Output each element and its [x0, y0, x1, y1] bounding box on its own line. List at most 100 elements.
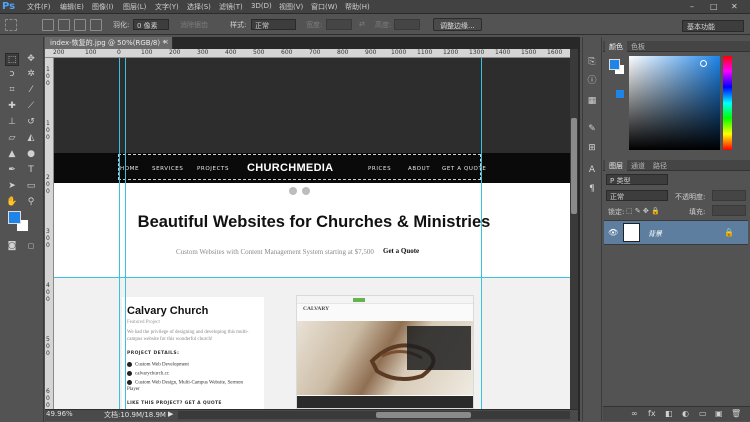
clone-stamp-tool-icon[interactable]: ⊥ — [5, 116, 19, 129]
vertical-scroll-thumb[interactable] — [571, 118, 577, 214]
paint-bucket-tool-icon[interactable]: ◭ — [24, 132, 38, 145]
info-panel-icon[interactable]: ⓘ — [586, 75, 598, 87]
menu-select[interactable]: 选择(S) — [187, 2, 211, 12]
screen-mode-icon[interactable]: ▢ — [24, 240, 38, 253]
eraser-tool-icon[interactable]: ▱ — [5, 132, 19, 145]
intersect-selection-icon[interactable] — [90, 19, 102, 31]
hand-tool-icon[interactable]: ✋ — [5, 196, 19, 209]
paragraph-panel-icon[interactable]: ¶ — [586, 183, 598, 195]
marquee-tool-preset-icon[interactable] — [5, 19, 17, 31]
style-select[interactable]: 正常 — [251, 19, 296, 30]
eyedropper-tool-icon[interactable]: ⁄ — [24, 84, 38, 97]
history-panel-icon[interactable]: ⎘ — [586, 56, 598, 68]
subtract-selection-icon[interactable] — [74, 19, 86, 31]
image-canvas[interactable]: HOME SERVICES PROJECTS CHURCHMEDIA PRICE… — [54, 58, 570, 409]
horizontal-scroll-thumb[interactable] — [376, 412, 471, 418]
preview-logo: CALVARY — [303, 306, 330, 312]
horizontal-scrollbar[interactable] — [178, 411, 570, 419]
color-panel-foreground-swatch[interactable] — [609, 59, 620, 70]
link-layers-icon[interactable]: ∞ — [631, 409, 638, 418]
menu-filter[interactable]: 滤镜(T) — [219, 2, 243, 12]
rect-marquee-tool-icon[interactable]: ⬚ — [5, 53, 19, 66]
eye-visibility-icon[interactable]: 👁 — [608, 228, 618, 237]
minimize-button[interactable]: – — [690, 2, 694, 11]
delete-layer-icon[interactable]: 🗑 — [731, 409, 741, 418]
lasso-tool-icon[interactable]: ↄ — [5, 68, 19, 81]
menu-view[interactable]: 视图(V) — [279, 2, 303, 12]
layer-style-icon[interactable]: fx — [648, 409, 656, 418]
layer-mask-icon[interactable]: ◧ — [665, 409, 673, 418]
refine-edge-button[interactable]: 调整边缘... — [433, 18, 482, 31]
menu-type[interactable]: 文字(Y) — [155, 2, 179, 12]
preview-overlay — [407, 326, 471, 370]
menu-3d[interactable]: 3D(D) — [251, 2, 272, 10]
menu-help[interactable]: 帮助(H) — [345, 2, 370, 12]
gamut-warning-swatch[interactable] — [616, 90, 624, 98]
height-swap-icon[interactable]: ⇄ — [359, 20, 365, 28]
zoom-tool-icon[interactable]: ⚲ — [24, 196, 38, 209]
feather-input[interactable]: 0 像素 — [133, 19, 169, 30]
clone-source-panel-icon[interactable]: ⊞ — [586, 142, 598, 154]
tab-channels[interactable]: 通道 — [627, 160, 649, 171]
lock-options-icon[interactable]: ⬚ ✎ ✥ 🔒 — [626, 207, 660, 215]
guide-line[interactable] — [125, 58, 126, 409]
brush-panel-icon[interactable]: ✎ — [586, 123, 598, 135]
pen-tool-icon[interactable]: ✒ — [5, 164, 19, 177]
dodge-tool-icon[interactable]: ● — [24, 148, 38, 161]
guide-line[interactable] — [481, 58, 482, 409]
rectangle-shape-tool-icon[interactable]: ▭ — [24, 180, 38, 193]
menu-layer[interactable]: 图层(L) — [123, 2, 146, 12]
menu-edit[interactable]: 编辑(E) — [60, 2, 84, 12]
status-menu-arrow-icon[interactable]: ▶ — [168, 410, 173, 418]
type-tool-icon[interactable]: T — [24, 164, 38, 177]
vertical-scrollbar[interactable] — [570, 49, 578, 409]
layer-filter-select[interactable]: P 类型 — [606, 174, 668, 185]
height-input[interactable] — [394, 19, 420, 30]
guide-line[interactable] — [54, 277, 570, 278]
new-layer-icon[interactable]: ▣ — [715, 409, 723, 418]
antialias-checkbox[interactable]: 消除锯齿 — [180, 20, 208, 30]
close-window-button[interactable]: ✕ — [731, 2, 738, 11]
move-tool-icon[interactable]: ✥ — [24, 53, 38, 66]
foreground-color-swatch[interactable] — [8, 211, 21, 224]
new-selection-icon[interactable] — [42, 19, 54, 31]
layer-name[interactable]: 背景 — [648, 229, 662, 239]
opacity-input[interactable] — [712, 190, 746, 201]
bullet-icon — [127, 371, 132, 376]
menu-window[interactable]: 窗口(W) — [311, 2, 337, 12]
width-label: 宽度: — [306, 21, 323, 29]
tab-layers[interactable]: 图层 — [605, 160, 627, 171]
zoom-level[interactable]: 49.96% — [46, 410, 73, 418]
path-selection-tool-icon[interactable]: ➤ — [5, 180, 19, 193]
new-group-icon[interactable]: ▭ — [699, 409, 707, 418]
character-panel-icon[interactable]: A — [586, 164, 598, 176]
width-input[interactable] — [326, 19, 352, 30]
tab-swatches[interactable]: 色板 — [627, 41, 649, 52]
close-tab-icon[interactable]: × — [163, 38, 169, 46]
color-picker-cursor[interactable] — [700, 60, 707, 67]
quick-mask-icon[interactable]: ◙ — [5, 240, 19, 253]
healing-brush-tool-icon[interactable]: ✚ — [5, 100, 19, 113]
maximize-button[interactable]: □ — [710, 2, 718, 11]
workspace-select[interactable]: 基本功能 — [682, 20, 744, 32]
ruler-tick: 0 — [46, 181, 50, 188]
add-selection-icon[interactable] — [58, 19, 70, 31]
swatches-panel-icon[interactable]: ▦ — [586, 95, 598, 107]
selection-marquee[interactable] — [118, 154, 481, 180]
hue-slider[interactable] — [723, 56, 732, 150]
tab-paths[interactable]: 路径 — [649, 160, 671, 171]
magic-wand-tool-icon[interactable]: ✲ — [24, 68, 38, 81]
menu-image[interactable]: 图像(I) — [92, 2, 114, 12]
fill-input[interactable] — [712, 205, 746, 216]
document-tab[interactable]: index-恢复的.jpg @ 50%(RGB/8) * — [45, 37, 173, 49]
blend-mode-select[interactable]: 正常 — [606, 190, 668, 201]
history-brush-tool-icon[interactable]: ↺ — [24, 116, 38, 129]
blur-tool-icon[interactable]: ▲ — [5, 148, 19, 161]
color-picker-field[interactable] — [629, 56, 720, 150]
adjustment-layer-icon[interactable]: ◐ — [682, 409, 689, 418]
crop-tool-icon[interactable]: ⌗ — [5, 84, 19, 97]
tab-color[interactable]: 颜色 — [605, 41, 627, 52]
guide-line[interactable] — [119, 58, 120, 409]
menu-file[interactable]: 文件(F) — [27, 2, 51, 12]
brush-tool-icon[interactable]: ⟋ — [24, 100, 38, 113]
